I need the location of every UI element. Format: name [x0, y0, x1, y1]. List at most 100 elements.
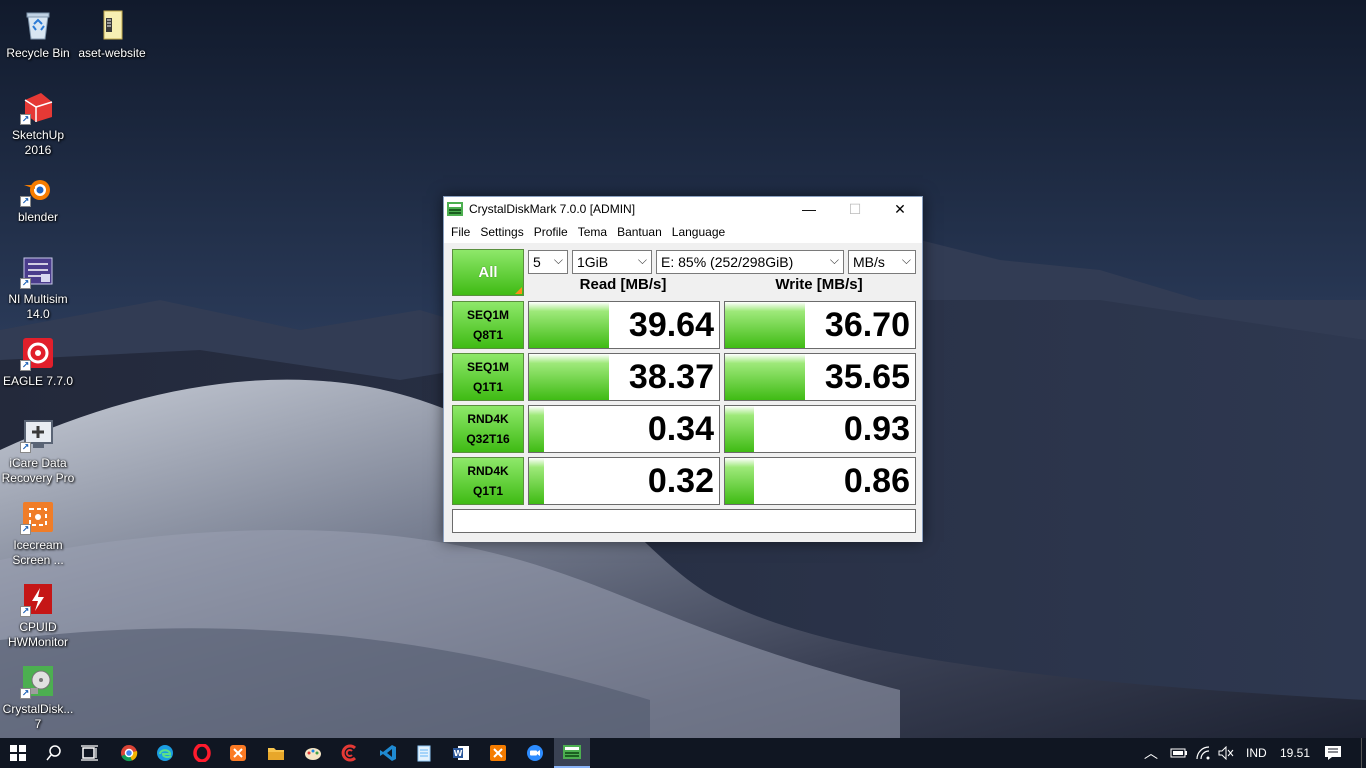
word-button[interactable]: W: [443, 738, 479, 768]
menu-language[interactable]: Language: [667, 225, 730, 239]
xampp-icon: [230, 745, 246, 761]
write-column-header: Write [MB/s]: [775, 276, 863, 293]
notification-icon: [1325, 746, 1341, 760]
test-count-select[interactable]: 5 ⌵: [528, 250, 568, 274]
battery-button[interactable]: [1170, 738, 1188, 768]
volume-button[interactable]: [1218, 738, 1234, 768]
desktop-icon-label: Icecream Screen ...: [12, 538, 64, 567]
write-result-bar: [725, 354, 805, 400]
write-result-cell: 0.86: [724, 457, 916, 505]
file-explorer-button[interactable]: [258, 738, 294, 768]
read-result-cell: 38.37: [528, 353, 720, 401]
battery-icon: [1170, 748, 1187, 758]
test-rnd4k-q32t16-button[interactable]: RND4K Q32T16: [452, 405, 524, 453]
chevron-down-icon: ⌵: [829, 253, 839, 267]
action-center-button[interactable]: [1324, 738, 1342, 768]
desktop-icon-recycle-bin[interactable]: Recycle Bin: [0, 8, 76, 61]
xampp-control-icon: [490, 745, 506, 761]
desktop-icon-blender[interactable]: ↗ blender: [0, 172, 76, 225]
menu-profile[interactable]: Profile: [529, 225, 573, 239]
edge-button[interactable]: [147, 738, 183, 768]
write-result-value: 35.65: [824, 357, 910, 396]
desktop-icon-icecream[interactable]: ↗ Icecream Screen ...: [0, 500, 76, 568]
ccleaner-button[interactable]: [332, 738, 368, 768]
test-size-select[interactable]: 1GiB ⌵: [572, 250, 652, 274]
comment-input[interactable]: [452, 509, 916, 533]
icecream-icon: ↗: [20, 500, 55, 535]
desktop-icon-aset-website[interactable]: aset-website: [74, 8, 150, 61]
crystaldiskmark-app-icon: [447, 201, 463, 217]
svg-text:W: W: [454, 749, 463, 758]
write-result-value: 0.86: [843, 461, 910, 500]
eagle-icon: ↗: [20, 336, 55, 371]
test-name: RND4K: [467, 464, 509, 478]
xampp-control-button[interactable]: [480, 738, 516, 768]
test-rnd4k-q1t1-button[interactable]: RND4K Q1T1: [452, 457, 524, 505]
unit-select[interactable]: MB/s ⌵: [848, 250, 916, 274]
paint-button[interactable]: [295, 738, 331, 768]
sketchup-icon: ↗: [20, 90, 55, 125]
read-result-value: 0.32: [647, 461, 714, 500]
desktop-icon-hwmonitor[interactable]: ↗ CPUID HWMonitor: [0, 582, 76, 650]
menu-bantuan[interactable]: Bantuan: [612, 225, 667, 239]
window-titlebar[interactable]: CrystalDiskMark 7.0.0 [ADMIN] — ☐ ✕: [444, 197, 922, 221]
notepad-button[interactable]: [406, 738, 442, 768]
maximize-button[interactable]: ☐: [832, 197, 878, 221]
opera-button[interactable]: [184, 738, 220, 768]
ccleaner-icon: [341, 744, 357, 762]
task-view-button[interactable]: [72, 738, 108, 768]
test-size-value: 1GiB: [577, 254, 609, 270]
chrome-button[interactable]: [111, 738, 147, 768]
desktop-icon-sketchup[interactable]: ↗ SketchUp 2016: [0, 90, 76, 158]
run-all-label: All: [478, 264, 498, 281]
blender-icon: ↗: [20, 172, 55, 207]
icare-icon: ↗: [20, 418, 55, 453]
zoom-button[interactable]: [517, 738, 553, 768]
input-language-indicator[interactable]: IND: [1246, 738, 1267, 768]
write-result-cell: 36.70: [724, 301, 916, 349]
read-result-cell: 0.32: [528, 457, 720, 505]
vscode-icon: [380, 745, 396, 761]
test-seq1m-q1t1-button[interactable]: SEQ1M Q1T1: [452, 353, 524, 401]
test-seq1m-q8t1-button[interactable]: SEQ1M Q8T1: [452, 301, 524, 349]
network-button[interactable]: [1195, 738, 1211, 768]
write-result-value: 36.70: [824, 305, 910, 344]
word-icon: W: [453, 746, 469, 760]
minimize-button[interactable]: —: [786, 197, 832, 221]
wifi-icon: [1196, 746, 1210, 760]
read-result-bar: [529, 406, 545, 452]
xampp-button[interactable]: [220, 738, 256, 768]
desktop-icon-crystaldisk[interactable]: ↗ CrystalDisk... 7: [0, 664, 76, 732]
desktop-icon-label: iCare Data Recovery Pro: [1, 456, 75, 485]
crystaldiskmark-taskbar-button[interactable]: [554, 738, 590, 768]
drive-select[interactable]: E: 85% (252/298GiB) ⌵: [656, 250, 844, 274]
show-desktop-button[interactable]: [1361, 738, 1366, 768]
unit-value: MB/s: [853, 254, 885, 270]
read-result-cell: 39.64: [528, 301, 720, 349]
desktop-icon-label: aset-website: [78, 46, 146, 60]
desktop-icon-icare[interactable]: ↗ iCare Data Recovery Pro: [0, 418, 76, 486]
drive-value: E: 85% (252/298GiB): [661, 254, 794, 270]
menu-file[interactable]: File: [446, 225, 475, 239]
menu-tema[interactable]: Tema: [573, 225, 612, 239]
read-result-bar: [529, 458, 545, 504]
desktop-icon-label: Recycle Bin: [6, 46, 70, 60]
clock[interactable]: 19.51: [1280, 738, 1310, 768]
vscode-button[interactable]: [370, 738, 406, 768]
show-hidden-icons-button[interactable]: ︿: [1144, 738, 1158, 768]
folder-icon: [95, 8, 129, 42]
desktop-icon-multisim[interactable]: ↗ NI Multisim 14.0: [0, 254, 76, 322]
paint-icon: [305, 748, 321, 760]
close-button[interactable]: ✕: [877, 197, 923, 221]
desktop-icon-eagle[interactable]: ↗ EAGLE 7.7.0: [0, 336, 76, 389]
start-button[interactable]: [0, 738, 36, 768]
search-button[interactable]: [36, 738, 72, 768]
write-result-cell: 35.65: [724, 353, 916, 401]
multisim-icon: ↗: [20, 254, 55, 289]
chevron-down-icon: ⌵: [901, 253, 911, 267]
menu-settings[interactable]: Settings: [475, 225, 528, 239]
run-all-button[interactable]: All: [452, 249, 524, 296]
crystaldiskmark-window[interactable]: CrystalDiskMark 7.0.0 [ADMIN] — ☐ ✕ File…: [443, 196, 923, 542]
taskbar: W ︿ IND 19.51: [0, 738, 1366, 768]
notepad-icon: [417, 745, 431, 762]
